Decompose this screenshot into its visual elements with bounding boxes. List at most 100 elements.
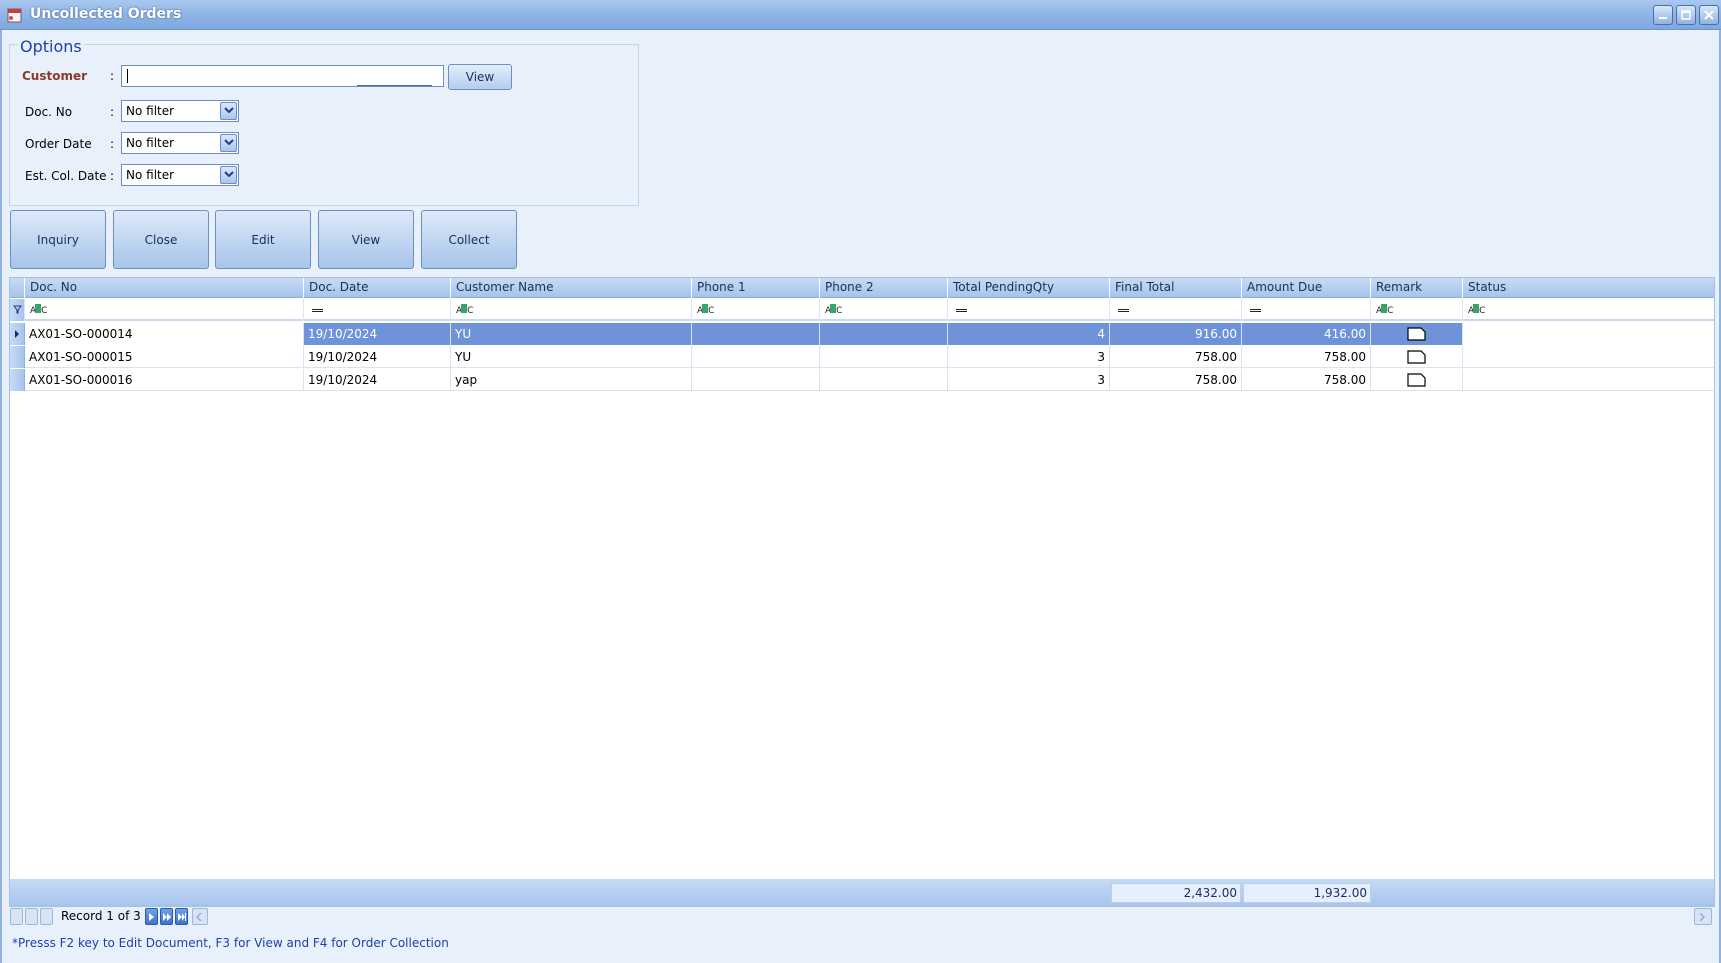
title-bar: Uncollected Orders [0, 0, 1721, 30]
cell-doc-date[interactable]: 19/10/2024 [304, 323, 451, 345]
view-button[interactable]: View [318, 210, 414, 269]
row-indicator[interactable] [10, 323, 25, 345]
filter-cell-total-pending-qty[interactable] [948, 299, 1110, 321]
cell-phone-2[interactable] [820, 323, 948, 345]
next-page-button[interactable] [160, 908, 173, 925]
column-header-doc-no[interactable]: Doc. No [25, 278, 304, 298]
row-pointer-icon [15, 330, 19, 338]
record-navigator: Record 1 of 3 [9, 906, 1715, 928]
scroll-right-button[interactable] [1694, 908, 1712, 925]
maximize-icon [1681, 10, 1691, 20]
filter-cell-amount-due[interactable] [1242, 299, 1371, 321]
cell-phone-1[interactable] [692, 323, 820, 345]
cell-customer-name[interactable]: YU [451, 346, 692, 368]
app-icon [7, 8, 22, 23]
orderdate-label: Order Date [25, 137, 92, 151]
docno-filter-select[interactable]: No filter [121, 100, 239, 122]
filter-cell-phone-1[interactable]: AC [692, 299, 820, 321]
filter-cell-doc-date[interactable] [304, 299, 451, 321]
cell-phone-1[interactable] [692, 346, 820, 368]
close-button[interactable]: Close [113, 210, 209, 269]
minimize-button[interactable] [1653, 5, 1673, 25]
text-caret [127, 69, 128, 83]
cell-final-total[interactable]: 916.00 [1110, 323, 1242, 345]
cell-doc-no[interactable]: AX01-SO-000015 [25, 346, 304, 368]
dropdown-button[interactable] [220, 166, 237, 184]
cell-total-pending-qty[interactable]: 3 [948, 369, 1110, 391]
cell-total-pending-qty[interactable]: 3 [948, 346, 1110, 368]
cell-status[interactable] [1463, 369, 1714, 391]
play-icon [149, 913, 154, 921]
prev-record-button[interactable] [40, 908, 53, 925]
window: Uncollected Orders Options Customer : Vi… [0, 0, 1721, 963]
column-header-customer-name[interactable]: Customer Name [451, 278, 692, 298]
customer-view-button[interactable]: View [448, 64, 512, 90]
table-row[interactable]: AX01-SO-000015 19/10/2024 YU 3 758.00 75… [10, 346, 1714, 368]
maximize-button[interactable] [1676, 5, 1696, 25]
first-record-button[interactable] [10, 908, 23, 925]
column-header-final-total[interactable]: Final Total [1110, 278, 1242, 298]
cell-doc-date[interactable]: 19/10/2024 [304, 369, 451, 391]
input-underline [357, 85, 432, 86]
cell-phone-2[interactable] [820, 346, 948, 368]
cell-final-total[interactable]: 758.00 [1110, 346, 1242, 368]
filter-cell-doc-no[interactable]: AC [25, 299, 304, 321]
equals-filter-icon [956, 309, 967, 312]
chevron-down-icon [224, 107, 234, 114]
orderdate-filter-select[interactable]: No filter [121, 132, 239, 154]
colon: : [110, 137, 115, 151]
column-header-remark[interactable]: Remark [1371, 278, 1463, 298]
cell-doc-date[interactable]: 19/10/2024 [304, 346, 451, 368]
last-record-button[interactable] [175, 908, 188, 925]
final-total-sum: 2,432.00 [1111, 883, 1241, 903]
column-header-status[interactable]: Status [1463, 278, 1714, 298]
fast-forward-icon [163, 913, 171, 921]
row-indicator[interactable] [10, 369, 25, 391]
edit-button[interactable]: Edit [215, 210, 311, 269]
prev-page-button[interactable] [25, 908, 38, 925]
filter-row: AC AC AC AC AC AC [10, 299, 1714, 321]
column-header-amount-due[interactable]: Amount Due [1242, 278, 1371, 298]
cell-status[interactable] [1463, 346, 1714, 368]
table-row[interactable]: AX01-SO-000016 19/10/2024 yap 3 758.00 7… [10, 369, 1714, 391]
customer-input[interactable] [121, 65, 444, 87]
cell-amount-due[interactable]: 758.00 [1242, 346, 1371, 368]
cell-total-pending-qty[interactable]: 4 [948, 323, 1110, 345]
dropdown-button[interactable] [220, 102, 237, 120]
cell-amount-due[interactable]: 416.00 [1242, 323, 1371, 345]
text-filter-icon: AC [30, 304, 47, 316]
column-header-total-pending-qty[interactable]: Total PendingQty [948, 278, 1110, 298]
orders-grid[interactable]: Doc. No Doc. Date Customer Name Phone 1 … [9, 277, 1715, 907]
cell-amount-due[interactable]: 758.00 [1242, 369, 1371, 391]
filter-cell-status[interactable]: AC [1463, 299, 1714, 321]
cell-remark[interactable] [1371, 369, 1463, 391]
estcol-filter-select[interactable]: No filter [121, 164, 239, 186]
filter-cell-final-total[interactable] [1110, 299, 1242, 321]
column-header-phone-2[interactable]: Phone 2 [820, 278, 948, 298]
collect-button[interactable]: Collect [421, 210, 517, 269]
cell-final-total[interactable]: 758.00 [1110, 369, 1242, 391]
row-indicator[interactable] [10, 346, 25, 368]
cell-doc-no[interactable]: AX01-SO-000014 [25, 323, 304, 345]
close-window-button[interactable] [1699, 5, 1719, 25]
cell-phone-1[interactable] [692, 369, 820, 391]
filter-cell-customer-name[interactable]: AC [451, 299, 692, 321]
dropdown-button[interactable] [220, 134, 237, 152]
filter-cell-phone-2[interactable]: AC [820, 299, 948, 321]
cell-customer-name[interactable]: YU [451, 323, 692, 345]
cell-status[interactable] [1463, 323, 1714, 345]
column-header-phone-1[interactable]: Phone 1 [692, 278, 820, 298]
cell-remark[interactable] [1371, 346, 1463, 368]
cell-remark[interactable] [1371, 323, 1463, 345]
cell-customer-name[interactable]: yap [451, 369, 692, 391]
table-row[interactable]: AX01-SO-000014 19/10/2024 YU 4 916.00 41… [10, 323, 1714, 345]
cell-doc-no[interactable]: AX01-SO-000016 [25, 369, 304, 391]
minimize-icon [1659, 17, 1667, 19]
next-record-button[interactable] [145, 908, 158, 925]
filter-cell-remark[interactable]: AC [1371, 299, 1463, 321]
column-header-doc-date[interactable]: Doc. Date [304, 278, 451, 298]
grid-header: Doc. No Doc. Date Customer Name Phone 1 … [10, 278, 1714, 298]
scroll-left-button[interactable] [192, 908, 208, 925]
inquiry-button[interactable]: Inquiry [10, 210, 106, 269]
cell-phone-2[interactable] [820, 369, 948, 391]
